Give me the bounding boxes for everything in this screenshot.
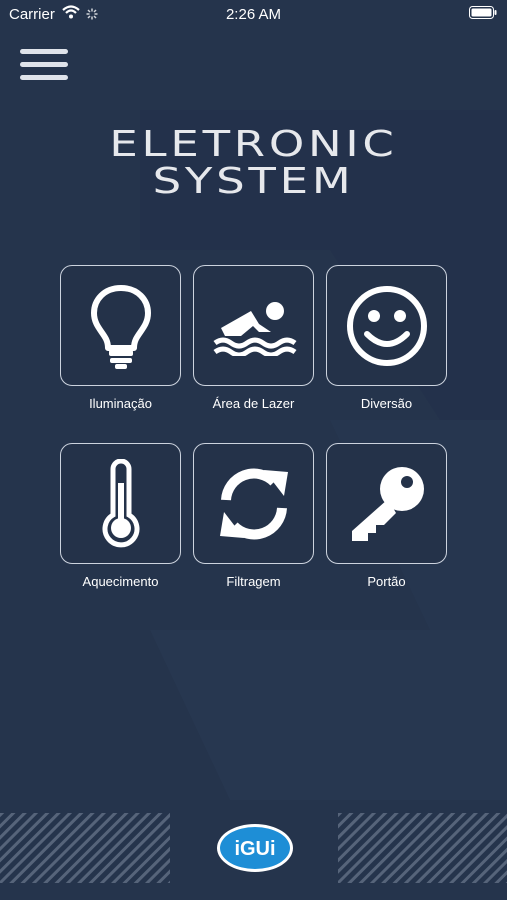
app-title-line2: SYSTEM	[152, 161, 355, 202]
igui-logo-text: iGUi	[234, 838, 275, 860]
swimmer-icon	[213, 301, 296, 356]
menu-bar-top	[20, 49, 68, 54]
tile-diversao[interactable]: Diversão	[326, 265, 447, 411]
app-title: ELETRONIC SYSTEM	[0, 126, 507, 200]
tile-iluminacao-label: Iluminação	[89, 396, 152, 411]
tile-aquecimento[interactable]: Aquecimento	[60, 443, 181, 589]
tile-portao[interactable]: Portão	[326, 443, 447, 589]
tile-iluminacao-box[interactable]	[60, 265, 181, 386]
menu-bar-bottom	[20, 75, 68, 80]
battery-icon	[469, 6, 497, 19]
tile-diversao-box[interactable]	[326, 265, 447, 386]
tile-aquecimento-box[interactable]	[60, 443, 181, 564]
status-bar: Carrier 2:26 AM	[0, 0, 507, 28]
tile-iluminacao[interactable]: Iluminação	[60, 265, 181, 411]
tile-filtragem[interactable]: Filtragem	[193, 443, 314, 589]
tile-portao-box[interactable]	[326, 443, 447, 564]
tile-area-de-lazer-box[interactable]	[193, 265, 314, 386]
refresh-arrows-icon	[219, 468, 288, 539]
menu-bar-middle	[20, 62, 68, 67]
hamburger-menu-icon[interactable]	[20, 49, 68, 85]
status-time: 2:26 AM	[225, 6, 282, 23]
lightbulb-icon	[90, 284, 151, 369]
footer-stripes-left	[0, 813, 170, 883]
igui-logo[interactable]: iGUi	[215, 822, 295, 874]
tile-area-de-lazer[interactable]: Área de Lazer	[193, 265, 314, 411]
thermometer-icon	[102, 458, 139, 547]
smiley-face-icon	[346, 285, 427, 366]
tile-area-de-lazer-label: Área de Lazer	[212, 396, 295, 411]
tile-filtragem-box[interactable]	[193, 443, 314, 564]
key-icon	[351, 466, 424, 541]
tile-diversao-label: Diversão	[360, 396, 413, 411]
tile-portao-label: Portão	[367, 574, 406, 589]
footer-stripes-right	[338, 813, 507, 883]
tile-filtragem-label: Filtragem	[226, 574, 281, 589]
app-title-line1: ELETRONIC	[109, 124, 398, 165]
tile-aquecimento-label: Aquecimento	[82, 574, 159, 589]
